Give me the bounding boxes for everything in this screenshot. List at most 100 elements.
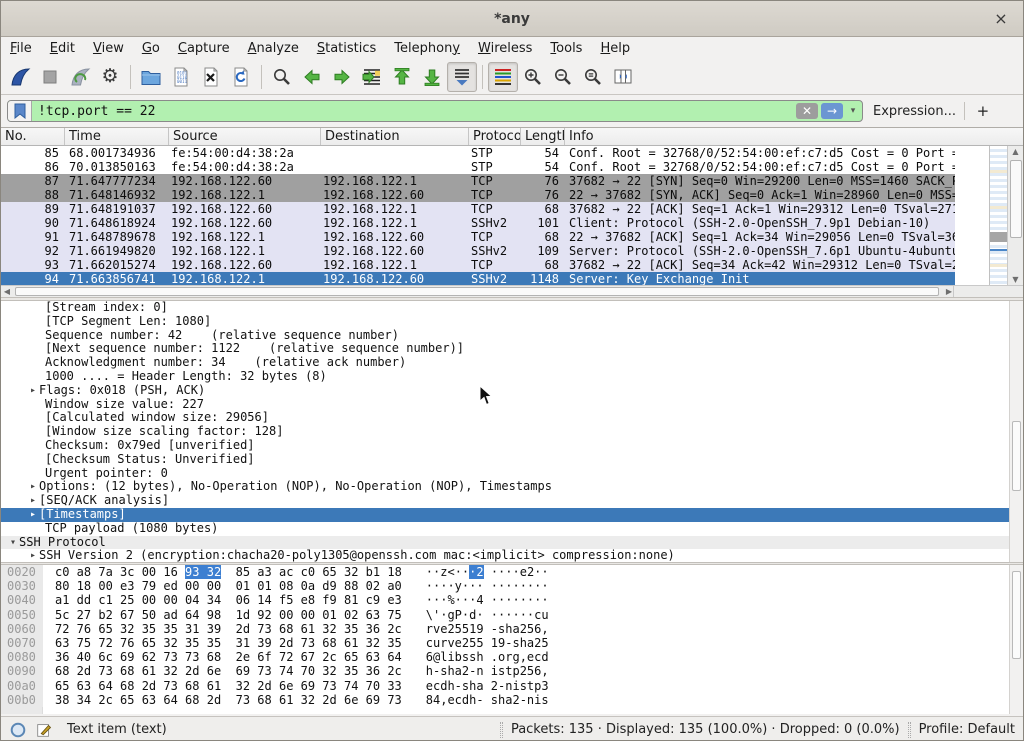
start-capture-icon[interactable] bbox=[5, 62, 35, 92]
filter-dropdown-icon[interactable]: ▾ bbox=[846, 103, 860, 119]
hex-row-0090[interactable]: 009068 2d 73 68 61 32 2d 6e 69 73 74 70 … bbox=[1, 664, 1023, 678]
hex-row-00a0[interactable]: 00a065 63 64 68 2d 73 68 61 32 2d 6e 69 … bbox=[1, 679, 1023, 693]
go-forward-icon[interactable] bbox=[327, 62, 357, 92]
display-filter-field[interactable]: ✕ → ▾ bbox=[7, 100, 863, 122]
hex-ascii[interactable]: ··z<···2 ····e2·· bbox=[402, 565, 549, 579]
capture-options-icon[interactable]: ⚙ bbox=[95, 62, 125, 92]
column-header-source[interactable]: Source bbox=[169, 128, 321, 145]
packet-row-89[interactable]: 8971.648191037192.168.122.60192.168.122.… bbox=[1, 202, 955, 216]
detail-line[interactable]: Window size value: 227 bbox=[1, 398, 1023, 412]
scroll-thumb[interactable] bbox=[1010, 160, 1022, 238]
packet-list-hscrollbar[interactable]: ◀ ▶ bbox=[1, 285, 955, 297]
hex-row-0020[interactable]: 0020c0 a8 7a 3c 00 16 93 32 85 a3 ac c0 … bbox=[1, 565, 1023, 579]
title-bar[interactable]: *any × bbox=[1, 1, 1023, 37]
packet-row-85[interactable]: 8568.001734936fe:54:00:d4:38:2aSTP54Conf… bbox=[1, 146, 955, 160]
filter-bookmark-icon[interactable] bbox=[8, 101, 32, 121]
save-file-icon[interactable]: 010101100011 bbox=[166, 62, 196, 92]
scroll-up-icon[interactable]: ▲ bbox=[1008, 146, 1023, 158]
open-file-icon[interactable] bbox=[136, 62, 166, 92]
hex-ascii[interactable]: 6@libssh .org,ecd bbox=[402, 650, 549, 664]
hex-ascii[interactable]: rve25519 -sha256, bbox=[402, 622, 549, 636]
packet-list-header[interactable]: No.TimeSourceDestinationProtocolLengthIn… bbox=[1, 128, 1023, 146]
bytes-scroll-thumb[interactable] bbox=[1012, 571, 1021, 659]
display-filter-input[interactable] bbox=[32, 104, 796, 119]
collapsed-icon[interactable]: ▸ bbox=[27, 384, 39, 398]
hex-ascii[interactable]: curve255 19-sha25 bbox=[402, 636, 549, 650]
hex-bytes[interactable]: c0 a8 7a 3c 00 16 93 32 85 a3 ac c0 65 3… bbox=[43, 565, 402, 579]
packet-row-88[interactable]: 8871.648146932192.168.122.1192.168.122.6… bbox=[1, 188, 955, 202]
detail-line[interactable]: Checksum: 0x79ed [unverified] bbox=[1, 439, 1023, 453]
menu-file[interactable]: File bbox=[1, 39, 41, 58]
detail-line[interactable]: [TCP Segment Len: 1080] bbox=[1, 315, 1023, 329]
detail-line[interactable]: ▾SSH Protocol bbox=[1, 536, 1023, 550]
detail-line[interactable]: 1000 .... = Header Length: 32 bytes (8) bbox=[1, 370, 1023, 384]
filter-apply-icon[interactable]: → bbox=[821, 103, 843, 119]
hex-bytes[interactable]: 72 76 65 32 35 35 31 39 2d 73 68 61 32 3… bbox=[43, 622, 402, 636]
hex-ascii[interactable]: ecdh-sha 2-nistp3 bbox=[402, 679, 549, 693]
go-back-icon[interactable] bbox=[297, 62, 327, 92]
hex-row-0030[interactable]: 003080 18 00 e3 79 ed 00 00 01 01 08 0a … bbox=[1, 579, 1023, 593]
go-last-icon[interactable] bbox=[417, 62, 447, 92]
zoom-in-icon[interactable] bbox=[518, 62, 548, 92]
auto-scroll-icon[interactable] bbox=[447, 62, 477, 92]
add-filter-button[interactable]: + bbox=[973, 102, 993, 120]
packet-row-92[interactable]: 9271.661949820192.168.122.1192.168.122.6… bbox=[1, 244, 955, 258]
hex-row-0060[interactable]: 006072 76 65 32 35 35 31 39 2d 73 68 61 … bbox=[1, 622, 1023, 636]
hex-bytes[interactable]: a1 dd c1 25 00 00 04 34 06 14 f5 e8 f9 8… bbox=[43, 593, 402, 607]
detail-line[interactable]: ▸[SEQ/ACK analysis] bbox=[1, 494, 1023, 508]
column-header-protocol[interactable]: Protocol bbox=[469, 128, 521, 145]
column-header-info[interactable]: Info bbox=[565, 128, 1023, 145]
packet-row-91[interactable]: 9171.648789678192.168.122.1192.168.122.6… bbox=[1, 230, 955, 244]
bytes-vscrollbar[interactable] bbox=[1009, 565, 1023, 714]
detail-line[interactable]: TCP payload (1080 bytes) bbox=[1, 522, 1023, 536]
expert-info-icon[interactable] bbox=[9, 721, 27, 739]
detail-line[interactable]: [Checksum Status: Unverified] bbox=[1, 453, 1023, 467]
menu-analyze[interactable]: Analyze bbox=[239, 39, 308, 58]
expanded-icon[interactable]: ▾ bbox=[7, 536, 19, 550]
detail-line[interactable]: Acknowledgment number: 34 (relative ack … bbox=[1, 356, 1023, 370]
reload-file-icon[interactable] bbox=[226, 62, 256, 92]
detail-line[interactable]: Sequence number: 42 (relative sequence n… bbox=[1, 329, 1023, 343]
menu-capture[interactable]: Capture bbox=[169, 39, 239, 58]
packet-bytes-pane[interactable]: 0020c0 a8 7a 3c 00 16 93 32 85 a3 ac c0 … bbox=[1, 565, 1023, 714]
packet-row-86[interactable]: 8670.013850163fe:54:00:d4:38:2aSTP54Conf… bbox=[1, 160, 955, 174]
packet-row-93[interactable]: 9371.662015274192.168.122.60192.168.122.… bbox=[1, 258, 955, 272]
collapsed-icon[interactable]: ▸ bbox=[27, 508, 39, 522]
stop-capture-icon[interactable] bbox=[35, 62, 65, 92]
hex-bytes[interactable]: 36 40 6c 69 62 73 73 68 2e 6f 72 67 2c 6… bbox=[43, 650, 402, 664]
hex-rows[interactable]: 0020c0 a8 7a 3c 00 16 93 32 85 a3 ac c0 … bbox=[1, 565, 1023, 707]
expression-button[interactable]: Expression... bbox=[873, 104, 956, 119]
details-scroll-thumb[interactable] bbox=[1012, 421, 1021, 491]
collapsed-icon[interactable]: ▸ bbox=[27, 480, 39, 494]
detail-line[interactable]: Urgent pointer: 0 bbox=[1, 467, 1023, 481]
packet-row-94[interactable]: 9471.663856741192.168.122.1192.168.122.6… bbox=[1, 272, 955, 286]
column-header-no[interactable]: No. bbox=[1, 128, 65, 145]
detail-line[interactable]: [Stream index: 0] bbox=[1, 301, 1023, 315]
resize-columns-icon[interactable] bbox=[608, 62, 638, 92]
hex-row-00b0[interactable]: 00b038 34 2c 65 63 64 68 2d 73 68 61 32 … bbox=[1, 693, 1023, 707]
hex-ascii[interactable]: \'·gP·d· ······cu bbox=[402, 608, 549, 622]
hex-ascii[interactable]: ····y··· ········ bbox=[402, 579, 549, 593]
packet-list-vscrollbar[interactable]: ▲ ▼ bbox=[1007, 146, 1023, 286]
menu-go[interactable]: Go bbox=[133, 39, 169, 58]
hex-ascii[interactable]: 84,ecdh- sha2-nis bbox=[402, 693, 549, 707]
detail-line[interactable]: ▸[Timestamps] bbox=[1, 508, 1023, 522]
collapsed-icon[interactable]: ▸ bbox=[27, 549, 39, 562]
find-packet-icon[interactable] bbox=[267, 62, 297, 92]
column-header-time[interactable]: Time bbox=[65, 128, 169, 145]
zoom-out-icon[interactable] bbox=[548, 62, 578, 92]
packet-list-minimap[interactable] bbox=[989, 146, 1007, 286]
menu-telephony[interactable]: Telephony bbox=[385, 39, 469, 58]
close-file-icon[interactable] bbox=[196, 62, 226, 92]
capture-comment-icon[interactable] bbox=[35, 721, 53, 739]
collapsed-icon[interactable]: ▸ bbox=[27, 494, 39, 508]
menu-view[interactable]: View bbox=[84, 39, 133, 58]
close-icon[interactable]: × bbox=[991, 9, 1011, 29]
details-vscrollbar[interactable] bbox=[1009, 301, 1023, 562]
menu-statistics[interactable]: Statistics bbox=[308, 39, 385, 58]
colorize-icon[interactable] bbox=[488, 62, 518, 92]
hex-ascii[interactable]: h-sha2-n istp256, bbox=[402, 664, 549, 678]
hex-row-0080[interactable]: 008036 40 6c 69 62 73 73 68 2e 6f 72 67 … bbox=[1, 650, 1023, 664]
detail-line[interactable]: ▸SSH Version 2 (encryption:chacha20-poly… bbox=[1, 549, 1023, 562]
detail-line[interactable]: ▸Flags: 0x018 (PSH, ACK) bbox=[1, 384, 1023, 398]
